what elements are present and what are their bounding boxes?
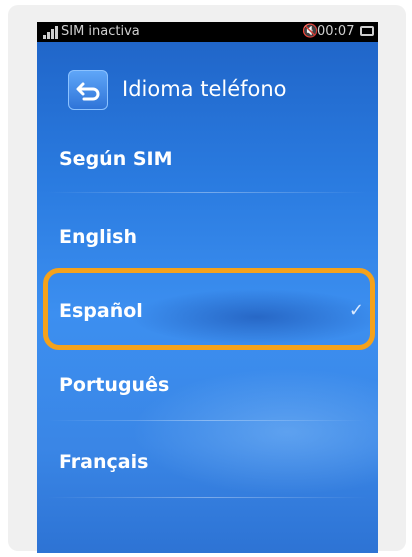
- language-label: Português: [59, 374, 170, 396]
- divider: [47, 270, 367, 271]
- language-option-english[interactable]: English: [59, 212, 369, 262]
- page-title: Idioma teléfono: [122, 77, 287, 101]
- language-option-espanol[interactable]: Español ✓: [59, 286, 369, 336]
- status-bar: SIM inactiva 🔇 00:07: [37, 22, 378, 42]
- language-label: English: [59, 226, 137, 248]
- back-arrow-icon: [76, 82, 100, 101]
- language-label: Según SIM: [59, 148, 173, 170]
- divider: [47, 192, 367, 193]
- sim-status: SIM inactiva: [61, 24, 140, 39]
- language-label: Español: [59, 300, 143, 322]
- check-icon: ✓: [348, 300, 364, 321]
- phone-screen: SIM inactiva 🔇 00:07 Idioma teléfono Seg…: [37, 22, 378, 553]
- divider: [47, 497, 367, 498]
- mute-icon: 🔇: [302, 24, 319, 39]
- divider: [47, 420, 367, 421]
- clock: 00:07: [317, 24, 355, 39]
- header: Idioma teléfono: [37, 62, 378, 120]
- language-option-portugues[interactable]: Português: [59, 360, 369, 410]
- back-button[interactable]: [68, 70, 108, 110]
- divider: [47, 346, 367, 347]
- battery-icon: [360, 26, 374, 36]
- language-label: Français: [59, 451, 149, 473]
- language-option-segun-sim[interactable]: Según SIM: [59, 134, 369, 184]
- signal-strength-icon: [43, 26, 59, 39]
- language-option-francais[interactable]: Français: [59, 437, 369, 487]
